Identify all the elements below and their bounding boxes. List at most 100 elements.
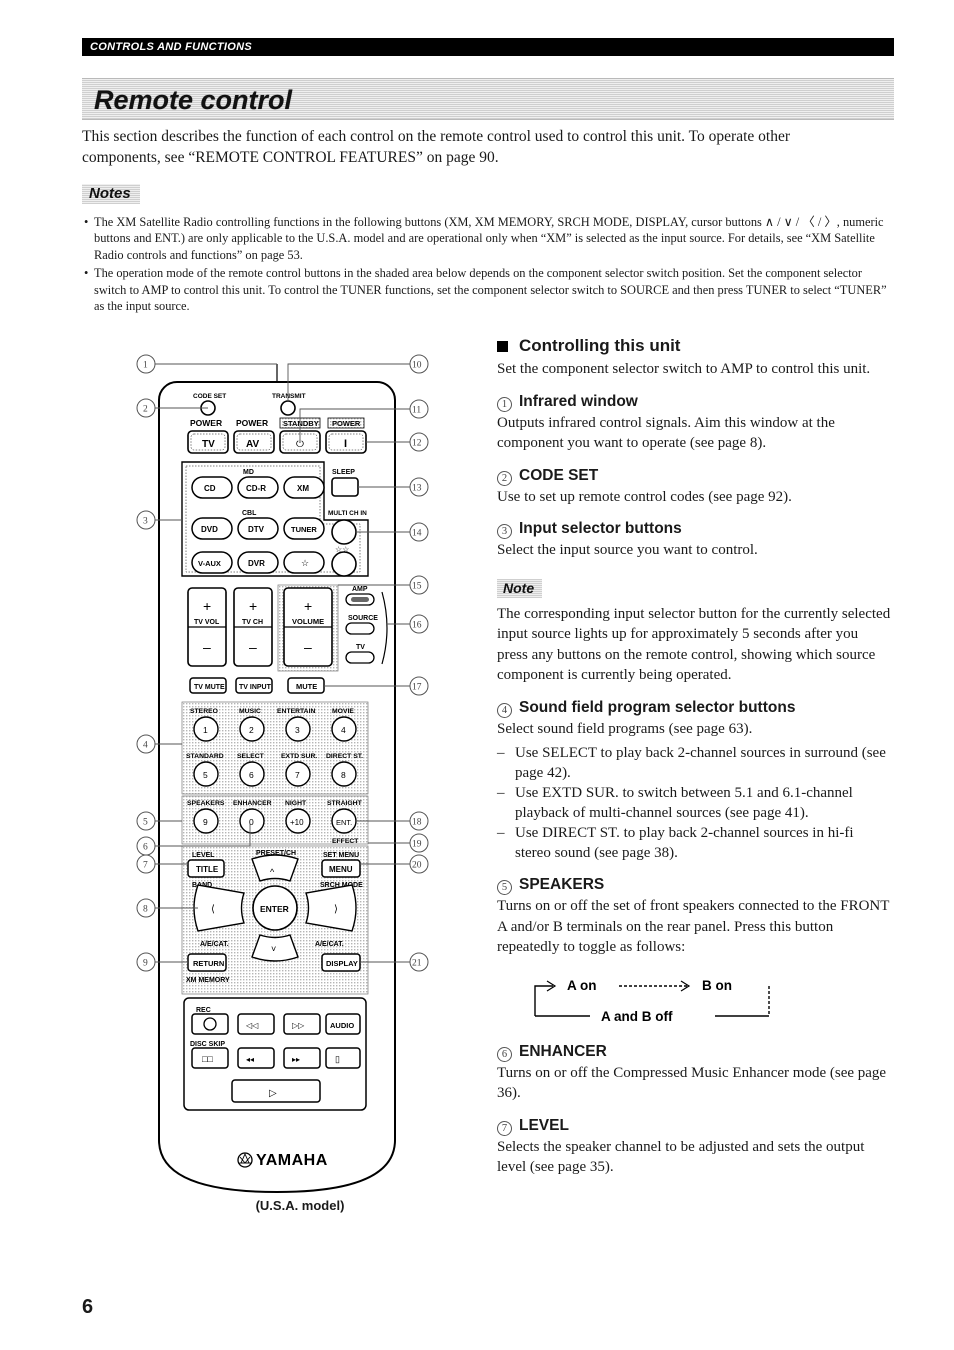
svg-text:7: 7 [143, 861, 148, 871]
svg-text:17: 17 [412, 683, 422, 693]
item-title: ENHANCER [519, 1042, 607, 1060]
svg-text:TRANSMIT: TRANSMIT [272, 393, 306, 400]
svg-text:XM MEMORY: XM MEMORY [186, 977, 230, 984]
heading-text: Controlling this unit [519, 336, 681, 355]
svg-text:TV CH: TV CH [242, 619, 263, 626]
svg-text:18: 18 [412, 818, 422, 828]
svg-text:V-AUX: V-AUX [198, 559, 221, 568]
note-item: • The operation mode of the remote contr… [84, 265, 894, 314]
svg-text:AUDIO: AUDIO [330, 1021, 354, 1030]
svg-text:▸▸: ▸▸ [292, 1055, 300, 1064]
svg-text:I: I [344, 438, 347, 450]
item-heading-enhancer: 6 ENHANCER [497, 1042, 892, 1062]
item-heading-sound-field-program-selector-buttons: 4 Sound field program selector buttons [497, 698, 892, 718]
callout-number: 3 [497, 524, 512, 539]
svg-text:20: 20 [412, 861, 422, 871]
svg-text:TITLE: TITLE [196, 865, 219, 874]
svg-text:☆: ☆ [301, 558, 309, 568]
svg-text:A/E/CAT.: A/E/CAT. [200, 941, 229, 948]
svg-text:ENHANCER: ENHANCER [233, 800, 272, 807]
speakers-toggle-diagram: A on B on A and B off [497, 968, 892, 1030]
svg-text:POWER: POWER [190, 418, 222, 428]
svg-text:˅: ˅ [271, 944, 276, 954]
a-and-b-off-label: A and B off [601, 1009, 673, 1024]
section-title-text: Remote control [94, 85, 293, 115]
svg-text:SELECT: SELECT [237, 753, 265, 760]
svg-text:6: 6 [249, 770, 254, 780]
svg-text:SLEEP: SLEEP [332, 469, 355, 476]
note-label: Note [497, 578, 543, 598]
svg-text:ENTERTAIN: ENTERTAIN [277, 708, 315, 715]
svg-text:5: 5 [203, 770, 208, 780]
svg-text:MOVIE: MOVIE [332, 708, 354, 715]
svg-text:NIGHT: NIGHT [285, 800, 307, 807]
svg-text:YAMAHA: YAMAHA [256, 1152, 328, 1169]
svg-text:AV: AV [246, 439, 259, 450]
callout-number: 2 [497, 470, 512, 486]
svg-text:AMP: AMP [352, 586, 368, 593]
svg-text:9: 9 [203, 817, 208, 827]
list-item: – Use SELECT to play back 2-channel sourc… [497, 743, 892, 783]
manual-page: CONTROLS AND FUNCTIONS Remote control Th… [0, 0, 954, 1350]
list-item-text: Use DIRECT ST. to play back 2-channel so… [515, 825, 854, 861]
item-heading-input-selector-buttons: 3 Input selector buttons [497, 520, 892, 539]
svg-text:CBL: CBL [242, 510, 257, 517]
list-item-text: Use SELECT to play back 2-channel source… [515, 745, 886, 781]
svg-text:VOLUME: VOLUME [292, 617, 324, 626]
list-item: – Use EXTD SUR. to switch between 5.1 and… [497, 783, 892, 823]
svg-text:DISPLAY: DISPLAY [326, 959, 358, 968]
svg-text:21: 21 [412, 959, 422, 969]
svg-text:DVD: DVD [201, 525, 218, 534]
callout-number: 5 [497, 880, 512, 895]
section-title-band: Remote control [82, 78, 894, 120]
running-head-bar: CONTROLS AND FUNCTIONS [82, 38, 894, 56]
svg-text:TUNER: TUNER [291, 525, 317, 534]
svg-text:POWER: POWER [236, 418, 268, 428]
svg-text:□□: □□ [202, 1054, 213, 1064]
svg-text:10: 10 [412, 361, 422, 371]
svg-text:EFFECT: EFFECT [332, 838, 359, 845]
item-title: CODE SET [519, 466, 599, 484]
svg-text:1: 1 [203, 725, 208, 735]
svg-text:STANDARD: STANDARD [186, 753, 224, 760]
note-item: • The XM Satellite Radio controlling fun… [84, 214, 894, 263]
svg-text:DISC SKIP: DISC SKIP [190, 1041, 225, 1048]
notes-label: Notes [82, 184, 140, 204]
svg-text:⟨: ⟨ [211, 904, 215, 915]
svg-text:16: 16 [412, 621, 422, 631]
svg-text:RETURN: RETURN [193, 959, 224, 968]
item-title: SPEAKERS [519, 876, 605, 893]
svg-text:+10: +10 [290, 818, 304, 827]
svg-text:–: – [249, 639, 257, 655]
svg-text:9: 9 [143, 959, 148, 969]
list-item: – Use DIRECT ST. to play back 2-channel s… [497, 823, 892, 863]
figure-caption: (U.S.A. model) [255, 1198, 345, 1213]
svg-text:+: + [304, 598, 312, 614]
svg-text:1: 1 [143, 361, 148, 371]
svg-text:13: 13 [412, 484, 422, 494]
bullet-dot: • [84, 266, 89, 281]
svg-text:CODE SET: CODE SET [193, 393, 226, 400]
svg-text:–: – [203, 639, 211, 655]
svg-text:DTV: DTV [248, 525, 265, 534]
svg-text:8: 8 [143, 905, 148, 915]
b-on-label: B on [702, 978, 732, 993]
dash-marker: – [497, 785, 505, 801]
svg-text:TV VOL: TV VOL [194, 619, 220, 626]
svg-text:CD-R: CD-R [246, 484, 266, 493]
bullet-dot: • [84, 215, 89, 229]
svg-text:CD: CD [204, 484, 216, 493]
svg-text:POWER: POWER [332, 419, 361, 428]
svg-text:7: 7 [295, 770, 300, 780]
callout-number: 1 [497, 396, 512, 412]
callout-number: 4 [497, 702, 512, 718]
page-number: 6 [82, 1296, 94, 1318]
remote-diagram-svg: CODE SET TRANSMIT POWER POWER STANDBY PO… [136, 354, 429, 1194]
callout-number: 6 [497, 1046, 512, 1062]
note-text: The XM Satellite Radio controlling funct… [94, 215, 884, 262]
svg-text:+: + [249, 598, 257, 614]
svg-text:MENU: MENU [329, 865, 353, 874]
right-column: Controlling this unit Set the component … [497, 336, 892, 1182]
item-title: Sound field program selector buttons [519, 698, 796, 716]
item-heading-infrared-window: 1 Infrared window [497, 393, 892, 412]
